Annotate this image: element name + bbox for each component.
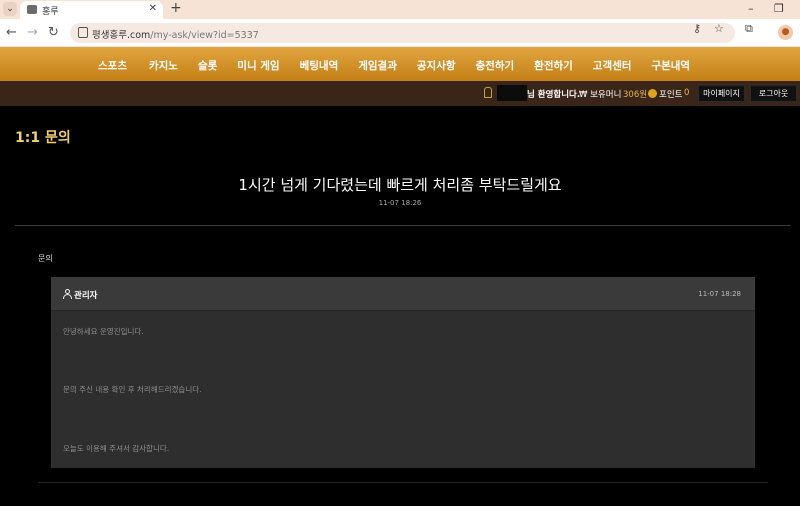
- nav-item[interactable]: 충전하기: [476, 58, 515, 73]
- nav-item[interactable]: 고객센터: [593, 58, 632, 73]
- address-bar: ← → ↻ 평생홍루.com/my-ask/view?id=5337 ⚷ ☆ ⧉…: [0, 19, 800, 47]
- reply-card: 관리자 11-07 18:28 안녕하세요 운영진입니다. 문의 주신 내용 확…: [51, 277, 755, 468]
- logout-button[interactable]: 로그아웃: [750, 85, 797, 102]
- divider: [38, 482, 768, 483]
- reply-line: 오늘도 이용해 주셔서 감사합니다.: [63, 444, 170, 453]
- divider: [15, 225, 791, 226]
- tab-title: 홍루: [42, 7, 59, 17]
- reload-icon[interactable]: ↻: [48, 25, 59, 40]
- main-nav-list: 스포츠 카지노 슬롯 미니 게임 베팅내역 게임결과 공지사항 충전하기 환전하기 고객센터 구본내…: [98, 58, 710, 73]
- nav-item[interactable]: 스포츠: [98, 58, 127, 73]
- main-nav: 스포츠 카지노 슬롯 미니 게임 베팅내역 게임결과 공지사항 충전하기 환전하기 고객센터 구본내…: [0, 47, 800, 81]
- reply-author: 관리자: [74, 291, 98, 301]
- url-host: 평생홍루.com: [92, 30, 151, 41]
- nav-item[interactable]: 게임결과: [358, 58, 397, 73]
- post-date: 11-07 18:26: [378, 199, 422, 207]
- nav-item[interactable]: 베팅내역: [300, 58, 339, 73]
- nav-item[interactable]: 환전하기: [534, 58, 573, 73]
- money-label: ₩ 보유머니: [579, 90, 622, 100]
- url-input[interactable]: 평생홍루.com/my-ask/view?id=5337: [70, 23, 735, 43]
- site-info-icon[interactable]: [78, 27, 88, 38]
- point-value: 0: [684, 88, 690, 98]
- reply-header: 관리자 11-07 18:28: [51, 277, 755, 311]
- nav-item[interactable]: 구본내역: [651, 58, 690, 73]
- reply-date: 11-07 18:28: [698, 290, 741, 298]
- forward-icon[interactable]: →: [27, 25, 38, 40]
- point-label-wrap: 포인트: [648, 88, 682, 100]
- reply-line: 문의 주신 내용 확인 후 처리해드리겠습니다.: [63, 385, 202, 394]
- nav-item[interactable]: 슬롯: [198, 58, 217, 73]
- lock-icon: [484, 87, 492, 98]
- bookmark-star-icon[interactable]: ☆: [714, 22, 724, 35]
- chevron-down-icon[interactable]: ⌄: [3, 2, 17, 16]
- profile-avatar-icon[interactable]: ●: [778, 25, 793, 40]
- redacted-username: [497, 85, 527, 101]
- point-label: 포인트: [659, 90, 683, 100]
- favicon-icon: [27, 5, 37, 14]
- welcome-text: 님 환영합니다.: [527, 90, 581, 100]
- browser-tab-bar: ⌄ 홍루 ✕ + – ❐: [0, 0, 800, 19]
- page-title: 1:1 문의: [15, 130, 71, 146]
- maximize-icon[interactable]: ❐: [774, 2, 784, 15]
- reply-line: 안녕하세요 운영진입니다.: [63, 327, 144, 336]
- nav-item[interactable]: 미니 게임: [237, 58, 279, 73]
- section-label: 문의: [38, 254, 53, 263]
- money-value: 306원: [623, 90, 648, 100]
- back-icon[interactable]: ←: [6, 25, 17, 40]
- post-title: 1시간 넘게 기다렸는데 빠르게 처리좀 부탁드릴게요: [238, 176, 562, 194]
- minimize-icon[interactable]: –: [748, 2, 754, 15]
- close-icon[interactable]: ✕: [149, 3, 157, 14]
- nav-item[interactable]: 공지사항: [417, 58, 456, 73]
- nav-item[interactable]: 카지노: [149, 58, 178, 73]
- person-icon: [63, 289, 72, 299]
- browser-tab[interactable]: 홍루 ✕: [20, 1, 163, 19]
- url-text: 평생홍루.com/my-ask/view?id=5337: [92, 27, 259, 41]
- mypage-button[interactable]: 마이페이지: [698, 85, 745, 102]
- new-tab-button[interactable]: +: [170, 1, 182, 15]
- url-path: /my-ask/view?id=5337: [150, 30, 259, 41]
- password-key-icon[interactable]: ⚷: [693, 22, 701, 35]
- user-bar: 님 환영합니다. ₩ 보유머니 306원 포인트 0 마이페이지 로그아웃: [0, 81, 800, 106]
- extensions-icon[interactable]: ⧉: [745, 22, 753, 36]
- point-coin-icon: [648, 89, 657, 98]
